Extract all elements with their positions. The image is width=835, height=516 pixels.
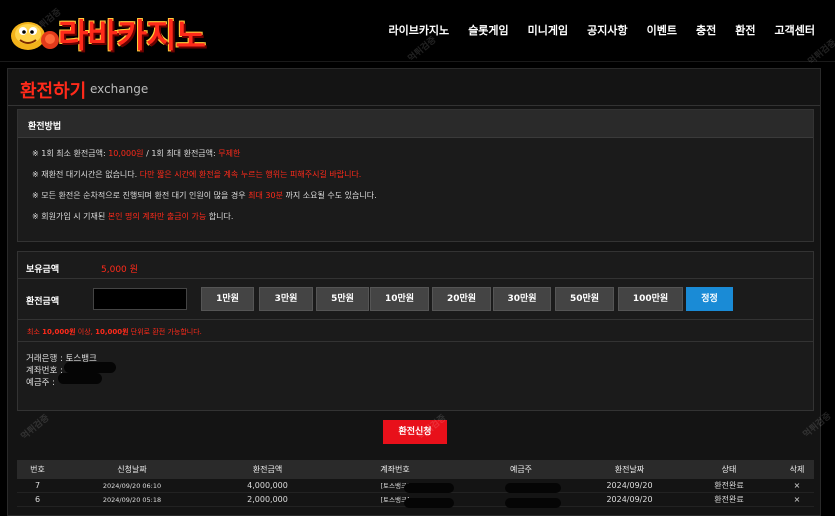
note-text: 최소 [27, 328, 43, 336]
page-subtitle: exchange [90, 82, 149, 96]
row-exchange-date: 2024/09/20 [606, 495, 653, 504]
balance-label: 보유금액 [26, 265, 60, 275]
guide-text: 까지 소요될 수도 있습니다. [282, 191, 377, 200]
col-delete: 삭제 [789, 465, 805, 474]
guide-highlight: 본인 명의 계좌만 출금이 가능 [107, 212, 207, 221]
withdraw-history-table: 번호 신청날짜 환전금액 계좌번호 예금주 환전날짜 상태 삭제 7 2024/… [17, 460, 814, 508]
amount-300k-button[interactable]: 30만원 [493, 287, 551, 311]
col-status: 상태 [721, 465, 737, 474]
col-no: 번호 [30, 465, 45, 474]
reset-button[interactable]: 정정 [686, 287, 733, 311]
balance-value: 5,000 원 [101, 265, 138, 275]
row-divider [18, 341, 813, 342]
guide-text: ※ 재환전 대기시간은 없습니다. [32, 170, 140, 179]
logo-text: 라바카지노 [58, 16, 206, 55]
amount-10k-button[interactable]: 1만원 [201, 287, 254, 311]
col-account: 계좌번호 [380, 465, 410, 474]
note-highlight: 10,000원 [42, 328, 76, 336]
amount-30k-button[interactable]: 3만원 [259, 287, 313, 311]
exchange-form: 보유금액 5,000 원 환전금액 1만원 3만원 5만원 10만원 20만원 … [17, 251, 814, 411]
row-divider [18, 278, 813, 279]
guide-line-4: ※ 회원가입 시 기재된 본인 명의 계좌만 출금이 가능 합니다. [32, 211, 233, 222]
guide-highlight: 10,000원 [108, 149, 144, 158]
amount-1m-button[interactable]: 100만원 [618, 287, 683, 311]
redacted-account [404, 498, 454, 508]
guide-highlight: 최대 30분 [248, 191, 283, 200]
redacted-holder [505, 498, 561, 508]
row-delete-icon[interactable]: × [780, 493, 814, 506]
guide-text: ※ 1회 최소 환전금액: [32, 149, 109, 158]
col-request-date: 신청날짜 [117, 465, 147, 474]
nav-events[interactable]: 이벤트 [647, 22, 677, 38]
account-holder-label: 예금주 : [26, 378, 56, 388]
col-exchange-date: 환전날짜 [614, 465, 645, 474]
amount-500k-button[interactable]: 50만원 [555, 287, 614, 311]
guide-line-1: ※ 1회 최소 환전금액: 10,000원 / 1회 최대 환전금액: 무제한 [32, 148, 240, 159]
account-number-label: 계좌번호 : [26, 366, 63, 376]
guide-text: 합니다. [206, 212, 234, 221]
guide-heading: 환전방법 [18, 110, 813, 138]
amount-100k-button[interactable]: 10만원 [370, 287, 429, 311]
amount-50k-button[interactable]: 5만원 [316, 287, 369, 311]
row-request-date: 2024/09/20 06:10 [102, 482, 162, 490]
title-divider [8, 105, 820, 106]
row-request-date: 2024/09/20 05:18 [102, 496, 162, 504]
redacted-account-number [64, 362, 116, 373]
nav-mini-games[interactable]: 미니게임 [528, 22, 568, 38]
nav-customer-center[interactable]: 고객센터 [775, 22, 815, 38]
redacted-holder [505, 483, 561, 493]
note-highlight: 10,000원 [95, 328, 129, 336]
col-holder: 예금주 [509, 465, 533, 474]
main-nav: 라이브카지노 슬롯게임 미니게임 공지사항 이벤트 충전 환전 고객센터 [369, 22, 815, 38]
row-amount: 2,000,000 [247, 495, 288, 504]
exchange-panel: 환전하기 exchange 환전방법 ※ 1회 최소 환전금액: 10,000원… [7, 68, 821, 516]
row-no: 7 [34, 481, 41, 490]
guide-highlight: 무제한 [218, 149, 241, 158]
redacted-account [404, 483, 454, 493]
nav-slot-games[interactable]: 슬롯게임 [468, 22, 508, 38]
nav-withdraw[interactable]: 환전 [735, 22, 755, 38]
amount-input[interactable] [93, 288, 187, 310]
table-header: 번호 신청날짜 환전금액 계좌번호 예금주 환전날짜 상태 삭제 [17, 460, 814, 479]
guide-text: ※ 회원가입 시 기재된 [32, 212, 108, 221]
exchange-guide-box: 환전방법 ※ 1회 최소 환전금액: 10,000원 / 1회 최대 환전금액:… [17, 109, 814, 242]
amount-label: 환전금액 [26, 297, 60, 307]
guide-line-3: ※ 모든 환전은 순차적으로 진행되며 환전 대기 인원이 많을 경우 최대 3… [32, 190, 377, 201]
guide-highlight: 다만 짧은 시간에 환전을 계속 누르는 행위는 피해주시길 바랍니다. [139, 170, 362, 179]
guide-text: ※ 모든 환전은 순차적으로 진행되며 환전 대기 인원이 많을 경우 [32, 191, 249, 200]
note-text: 단위로 환전 가능합니다. [128, 328, 202, 336]
amount-200k-button[interactable]: 20만원 [432, 287, 491, 311]
nav-live-casino[interactable]: 라이브카지노 [388, 22, 449, 38]
row-delete-icon[interactable]: × [780, 479, 814, 492]
row-no: 6 [34, 495, 41, 504]
redacted-account-holder [58, 373, 102, 384]
minimum-note: 최소 10,000원 이상, 10,000원 단위로 환전 가능합니다. [27, 327, 202, 337]
row-status: 환전완료 [714, 495, 744, 504]
row-amount: 4,000,000 [247, 481, 288, 490]
row-status: 환전완료 [714, 481, 744, 490]
nav-deposit[interactable]: 충전 [696, 22, 716, 38]
guide-text: / 1회 최대 환전금액: [143, 149, 219, 158]
note-text: 이상, [75, 328, 96, 336]
nav-notice[interactable]: 공지사항 [587, 22, 627, 38]
page-title: 환전하기 [20, 81, 87, 102]
col-amount: 환전금액 [252, 465, 283, 474]
row-divider [18, 319, 813, 320]
row-exchange-date: 2024/09/20 [606, 481, 653, 490]
guide-line-2: ※ 재환전 대기시간은 없습니다. 다만 짧은 시간에 환전을 계속 누르는 행… [32, 169, 361, 180]
